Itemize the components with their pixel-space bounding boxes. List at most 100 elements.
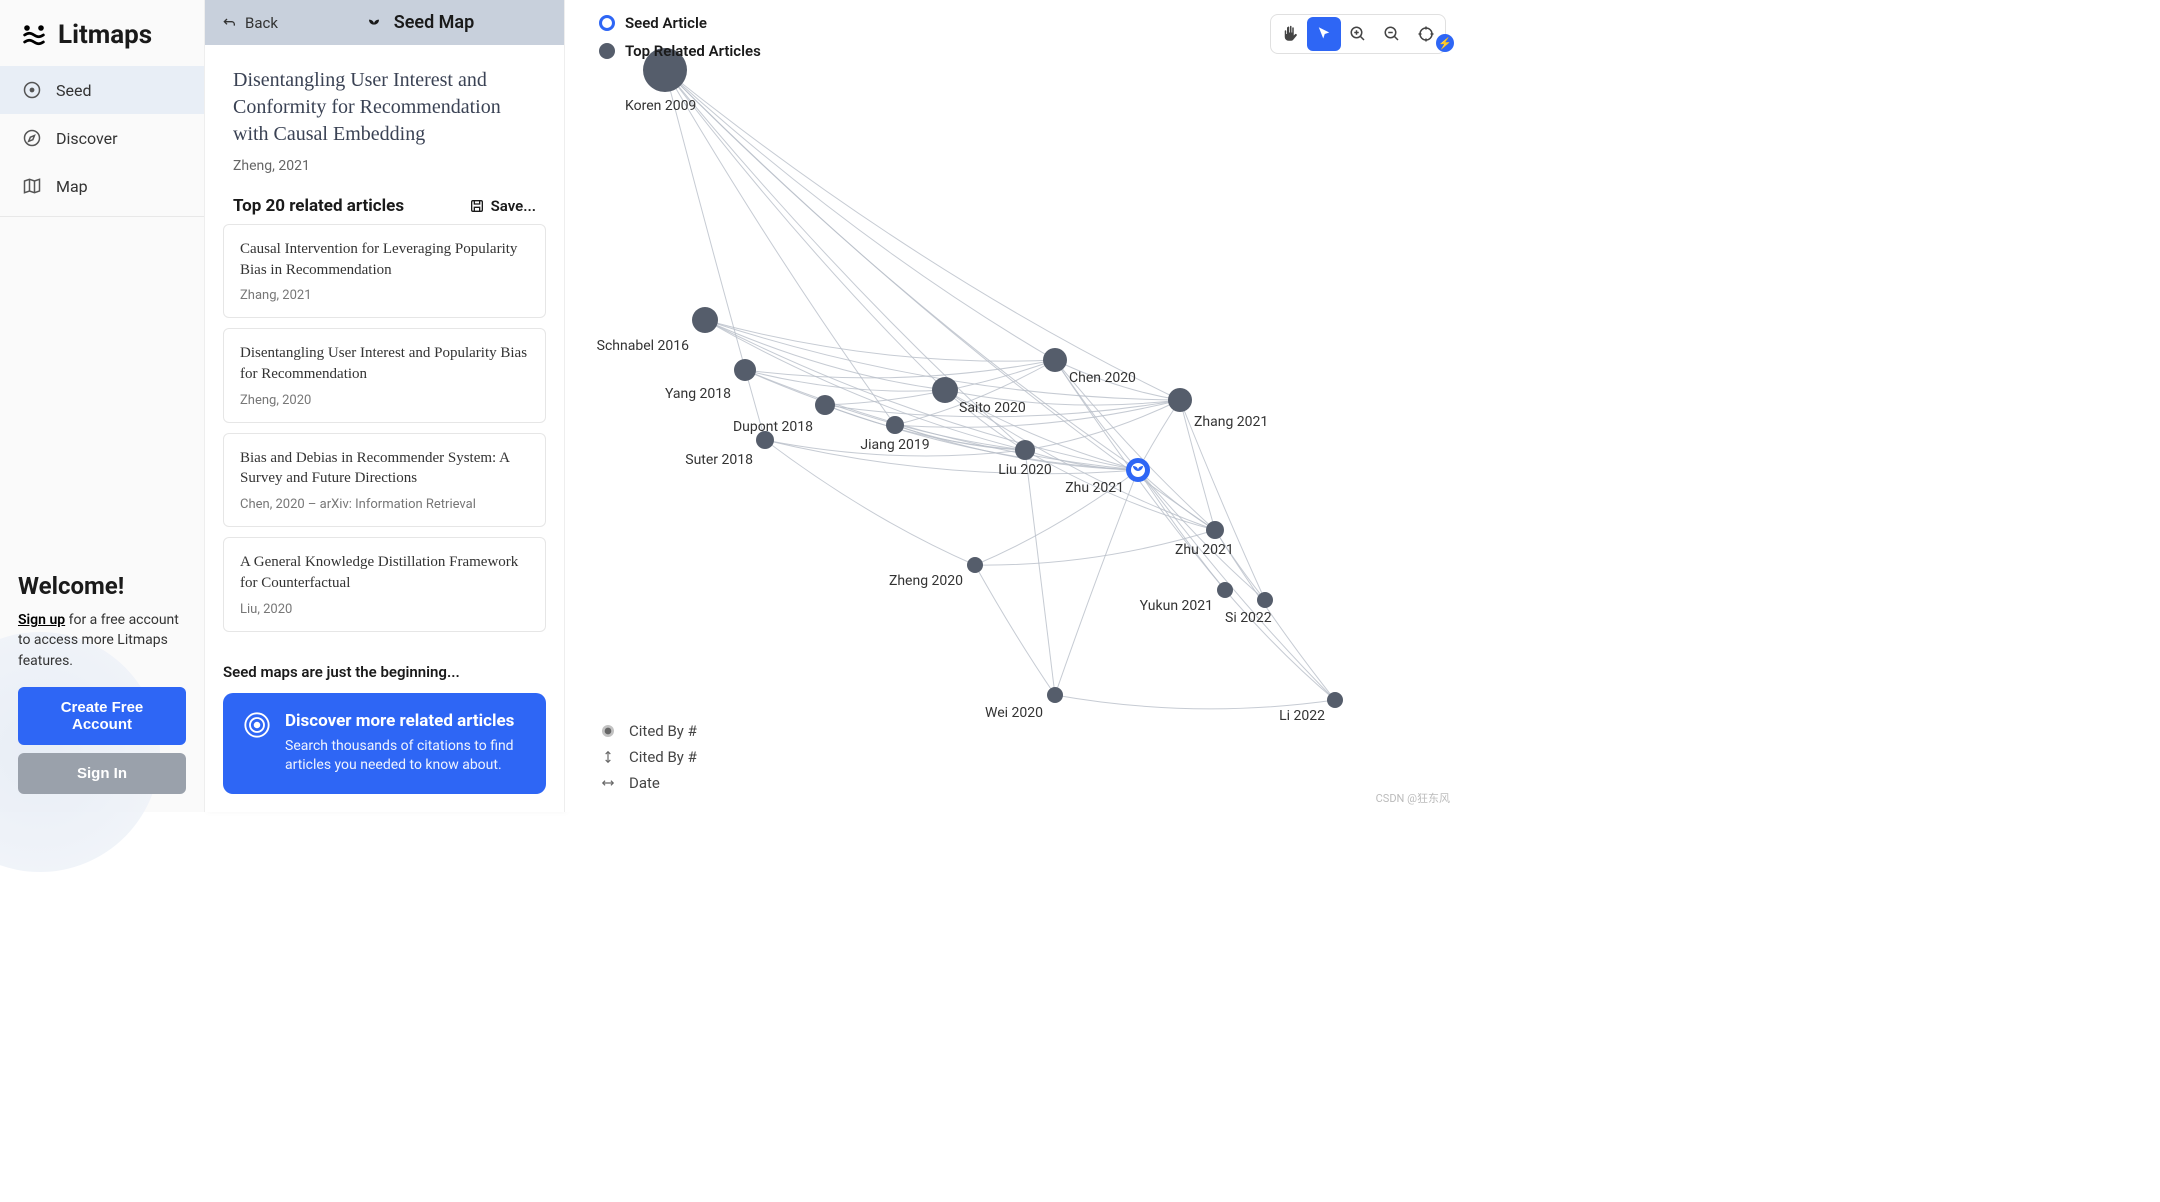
article-card[interactable]: Disentangling User Interest and Populari… [223, 328, 546, 422]
seed-article-title: Disentangling User Interest and Conformi… [233, 67, 536, 148]
nav-items: Seed Discover Map [0, 66, 204, 210]
cursor-icon [1315, 25, 1333, 43]
back-arrow-icon [221, 15, 237, 31]
graph-node-label: Chen 2020 [1069, 370, 1136, 386]
bolt-badge-icon: ⚡ [1436, 34, 1454, 52]
graph-node-label: Jiang 2019 [860, 437, 929, 453]
article-list[interactable]: Causal Intervention for Leveraging Popul… [205, 224, 564, 653]
save-icon [469, 198, 485, 214]
create-account-button[interactable]: Create Free Account [18, 687, 186, 745]
graph-node[interactable] [1217, 582, 1233, 598]
brand-logo[interactable]: Litmaps [0, 0, 204, 66]
signup-link[interactable]: Sign up [18, 612, 65, 628]
graph-node-label: Zhang 2021 [1194, 414, 1268, 430]
article-card[interactable]: A General Knowledge Distillation Framewo… [223, 537, 546, 631]
nav-divider [0, 216, 204, 217]
nav-item-map[interactable]: Map [0, 162, 204, 210]
cta-section: Seed maps are just the beginning... Disc… [205, 653, 564, 812]
graph-node-label: Schnabel 2016 [597, 338, 689, 354]
graph-node-label: Li 2022 [1279, 708, 1325, 724]
article-meta: Zheng, 2020 [240, 393, 529, 408]
graph-node[interactable] [1015, 440, 1035, 460]
panel-header: Back Seed Map [205, 0, 564, 45]
nav-item-seed[interactable]: Seed [0, 66, 204, 114]
legend-related: Top Related Articles [599, 42, 761, 60]
article-title: Bias and Debias in Recommender System: A… [240, 448, 529, 489]
zoom-out-icon [1383, 25, 1401, 43]
back-button[interactable]: Back [221, 14, 278, 32]
article-card[interactable]: Causal Intervention for Leveraging Popul… [223, 224, 546, 318]
watermark: CSDN @狂东风 [1376, 790, 1450, 806]
nav-label: Discover [56, 129, 118, 148]
cta-title: Discover more related articles [285, 711, 526, 731]
graph-node-label: Yang 2018 [665, 386, 731, 402]
article-title: Causal Intervention for Leveraging Popul… [240, 239, 529, 280]
welcome-title: Welcome! [18, 572, 186, 600]
save-button[interactable]: Save... [469, 197, 536, 215]
welcome-text: Sign up for a free account to access mor… [18, 610, 186, 671]
graph-node[interactable] [734, 359, 756, 381]
graph-node-label: Yukun 2021 [1140, 598, 1213, 614]
related-header: Top 20 related articles Save... [205, 184, 564, 224]
graph-node[interactable] [1043, 348, 1067, 372]
graph-node[interactable] [886, 416, 904, 434]
graph-node[interactable] [1168, 388, 1192, 412]
zoom-in-icon [1349, 25, 1367, 43]
x-axis-icon [599, 776, 617, 790]
brand-name: Litmaps [58, 20, 152, 50]
pan-tool-button[interactable] [1273, 17, 1307, 51]
citation-graph[interactable]: Koren 2009 Schnabel 2016 Yang 2018 Suter 20… [565, 0, 1460, 812]
graph-node[interactable] [1327, 692, 1343, 708]
graph-toolbar [1270, 14, 1446, 54]
graph-node[interactable] [932, 377, 958, 403]
graph-legend: Seed Article Top Related Articles [599, 14, 761, 60]
legend-seed: Seed Article [599, 14, 761, 32]
panel-title: Seed Map [290, 12, 548, 33]
graph-node-label: Suter 2018 [685, 452, 753, 468]
hand-icon [1281, 25, 1299, 43]
axis-x: Date [599, 774, 697, 792]
size-axis-icon [599, 723, 617, 739]
article-card[interactable]: Bias and Debias in Recommender System: A… [223, 433, 546, 527]
y-axis-icon [599, 749, 617, 765]
graph-node[interactable] [1257, 592, 1273, 608]
back-label: Back [245, 14, 278, 32]
graph-node[interactable] [1206, 521, 1224, 539]
litmaps-logo-icon [20, 21, 48, 49]
sign-in-button[interactable]: Sign In [18, 753, 186, 794]
graph-node[interactable] [967, 557, 983, 573]
nav-item-discover[interactable]: Discover [0, 114, 204, 162]
article-meta: Liu, 2020 [240, 602, 529, 617]
article-meta: Zhang, 2021 [240, 288, 529, 303]
axis-size: Cited By # [599, 722, 697, 740]
select-tool-button[interactable] [1307, 17, 1341, 51]
seed-icon [22, 80, 42, 100]
article-meta: Chen, 2020 – arXiv: Information Retrieva… [240, 497, 529, 512]
graph-node-label: Zhu 2021 [1175, 542, 1234, 558]
zoom-out-button[interactable] [1375, 17, 1409, 51]
graph-node[interactable] [692, 307, 718, 333]
discover-cta-card[interactable]: Discover more related articles Search th… [223, 693, 546, 794]
nav-label: Seed [56, 81, 92, 100]
graph-node-label: Saito 2020 [959, 400, 1026, 416]
radar-icon [243, 711, 271, 739]
graph-node[interactable] [815, 395, 835, 415]
map-icon [22, 176, 42, 196]
graph-node-label: Dupont 2018 [733, 419, 813, 435]
discover-icon [22, 128, 42, 148]
left-sidebar: Litmaps Seed Discover Map Welcome! Sign … [0, 0, 205, 812]
article-title: Disentangling User Interest and Populari… [240, 343, 529, 384]
axis-y: Cited By # [599, 748, 697, 766]
axis-legend: Cited By # Cited By # Date [599, 722, 697, 792]
graph-area[interactable]: Seed Article Top Related Articles ⚡ Kore… [565, 0, 1460, 812]
nav-label: Map [56, 177, 88, 196]
graph-node-label: Si 2022 [1225, 610, 1272, 626]
graph-node-label: Koren 2009 [625, 98, 696, 114]
graph-node-label: Liu 2020 [998, 462, 1052, 478]
zoom-in-button[interactable] [1341, 17, 1375, 51]
related-heading: Top 20 related articles [233, 196, 404, 216]
graph-node[interactable] [1047, 687, 1063, 703]
welcome-box: Welcome! Sign up for a free account to a… [0, 554, 204, 812]
seed-node-label: Zhu 2021 [1065, 480, 1124, 496]
crosshair-icon [1417, 25, 1435, 43]
